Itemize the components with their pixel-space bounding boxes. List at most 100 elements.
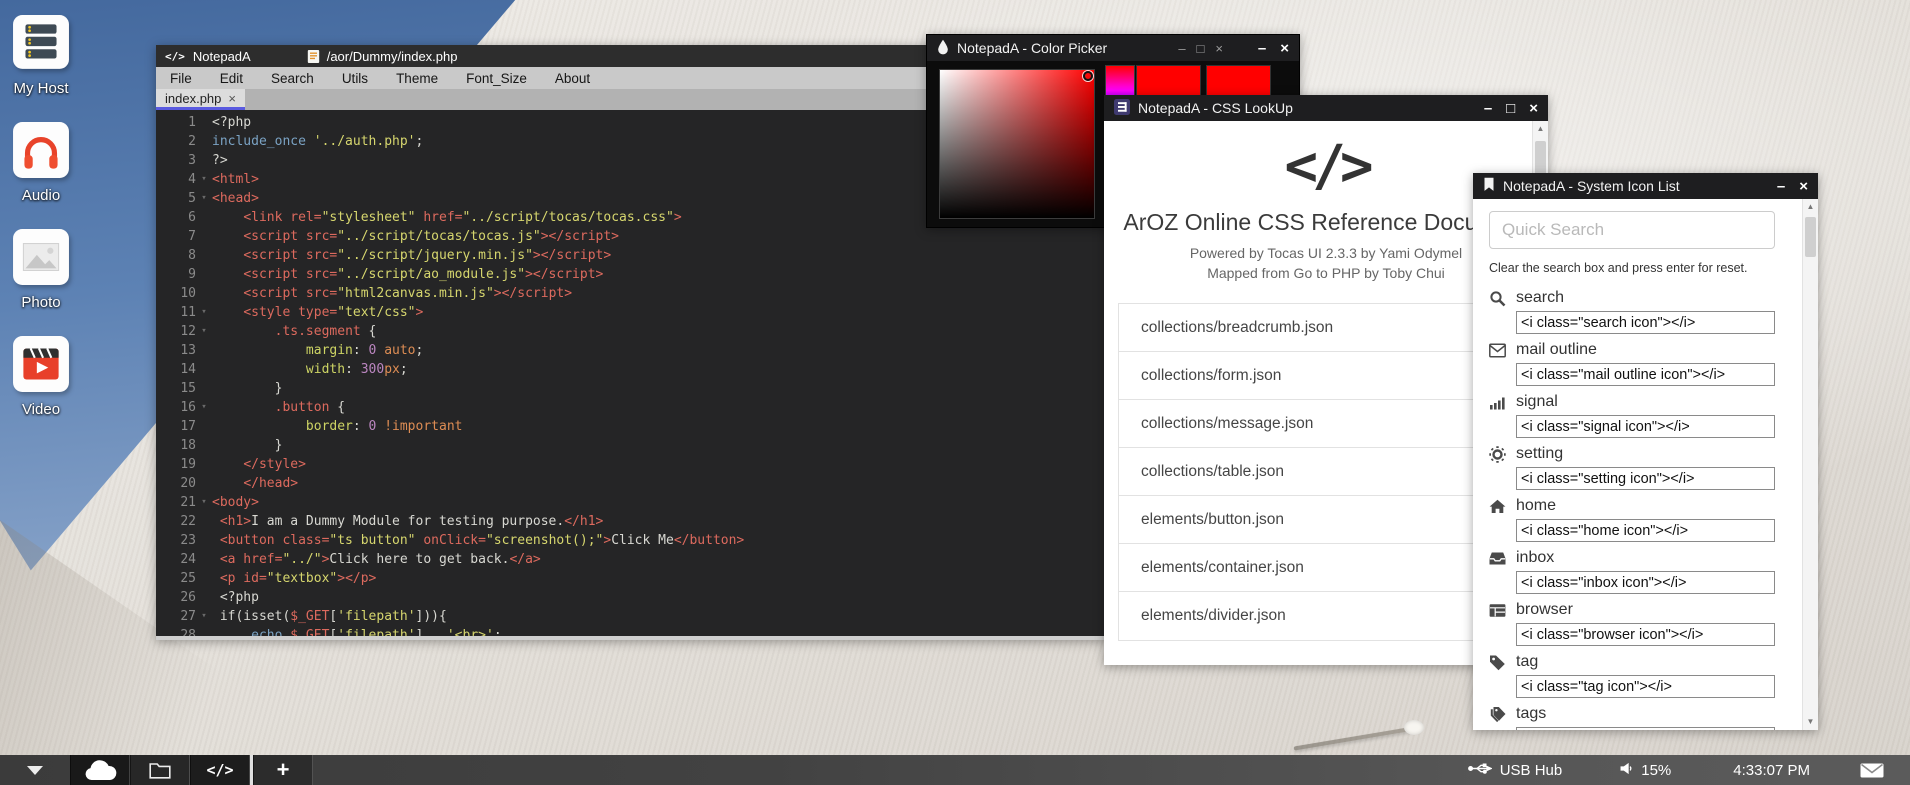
line-number: 28 — [156, 626, 196, 636]
css-lookup-list: collections/breadcrumb.jsoncollections/f… — [1118, 303, 1534, 641]
lookup-item-elements-container-json[interactable]: elements/container.json — [1119, 544, 1533, 592]
mail-outline-icon — [1489, 342, 1506, 359]
code-text: <script src="../script/ao_module.js"></s… — [212, 265, 603, 284]
icon-list-controls: – × — [1777, 173, 1808, 199]
lookup-item-elements-button-json[interactable]: elements/button.json — [1119, 496, 1533, 544]
fold-arrow-icon[interactable]: ▾ — [196, 303, 212, 322]
fold-arrow-icon[interactable]: ▾ — [196, 493, 212, 512]
maximize-button[interactable]: □ — [1506, 100, 1515, 117]
code-line: 9 <script src="../script/ao_module.js"><… — [156, 265, 1106, 284]
desktop-icon-photo[interactable]: Photo — [12, 228, 70, 311]
lookup-item-elements-divider-json[interactable]: elements/divider.json — [1119, 592, 1533, 640]
fold-gutter — [196, 436, 212, 455]
menu-font-size[interactable]: Font_Size — [452, 71, 541, 86]
signal-icon — [1489, 394, 1506, 411]
icon-code-input-mail-outline[interactable] — [1516, 363, 1775, 386]
minimize-button[interactable]: – — [1258, 40, 1266, 57]
lookup-item-collections-message-json[interactable]: collections/message.json — [1119, 400, 1533, 448]
icon-code-input-tag[interactable] — [1516, 675, 1775, 698]
icon-list-titlebar[interactable]: NotepadA - System Icon List – × — [1473, 173, 1818, 199]
minimize-button[interactable]: – — [1777, 178, 1785, 195]
menu-utils[interactable]: Utils — [328, 71, 382, 86]
code-tag-icon: </> — [165, 50, 185, 63]
close-button[interactable]: × — [1215, 41, 1223, 56]
code-line: 13 margin: 0 auto; — [156, 341, 1106, 360]
lookup-item-collections-form-json[interactable]: collections/form.json — [1119, 352, 1533, 400]
minimize-button[interactable]: – — [1484, 100, 1492, 117]
code-text: </head> — [212, 474, 298, 493]
icon-code-input-signal[interactable] — [1516, 415, 1775, 438]
taskbar-code-button[interactable]: </> — [190, 755, 250, 785]
fold-gutter — [196, 455, 212, 474]
taskbar-folder-button[interactable] — [130, 755, 190, 785]
line-number: 8 — [156, 246, 196, 265]
menu-search[interactable]: Search — [257, 71, 328, 86]
usb-tray-item[interactable]: USB Hub — [1468, 762, 1563, 779]
close-button[interactable]: × — [1529, 100, 1538, 117]
fold-arrow-icon[interactable]: ▾ — [196, 322, 212, 341]
menu-edit[interactable]: Edit — [206, 71, 257, 86]
fold-arrow-icon[interactable]: ▾ — [196, 607, 212, 626]
close-button[interactable]: × — [1280, 40, 1289, 57]
code-text: if(isset($_GET['filepath'])){ — [212, 607, 447, 626]
lookup-item-collections-breadcrumb-json[interactable]: collections/breadcrumb.json — [1119, 304, 1533, 352]
taskbar-plus-button[interactable]: + — [253, 755, 313, 785]
bookmark-icon — [1483, 177, 1495, 195]
desktop-icon-audio[interactable]: Audio — [12, 121, 70, 204]
quick-search-input[interactable] — [1489, 211, 1775, 249]
volume-tray-item[interactable]: 15% — [1620, 762, 1671, 779]
close-button[interactable]: × — [1799, 178, 1808, 195]
fold-gutter — [196, 208, 212, 227]
headphones-icon — [12, 121, 70, 184]
fold-arrow-icon[interactable]: ▾ — [196, 170, 212, 189]
taskbar-launcher: </>+ — [70, 755, 313, 785]
scrollbar[interactable]: ▲ ▼ — [1802, 199, 1818, 730]
scroll-down-icon[interactable]: ▼ — [1803, 714, 1818, 730]
taskbar: </>+ USB Hub 15% 4:33:07 PM — [0, 755, 1910, 785]
menu-file[interactable]: File — [156, 71, 206, 86]
code-line: 17 border: 0 !important — [156, 417, 1106, 436]
menu-theme[interactable]: Theme — [382, 71, 452, 86]
icon-code-input-setting[interactable] — [1516, 467, 1775, 490]
scrollbar-thumb[interactable] — [1805, 217, 1816, 257]
line-number: 26 — [156, 588, 196, 607]
icon-code-input-inbox[interactable] — [1516, 571, 1775, 594]
icon-code-input-browser[interactable] — [1516, 623, 1775, 646]
code-text: include_once '../auth.php'; — [212, 132, 423, 151]
color-cursor[interactable] — [1083, 71, 1093, 81]
tab-close-icon[interactable]: × — [228, 91, 236, 106]
fold-arrow-icon[interactable]: ▾ — [196, 189, 212, 208]
color-picker-titlebar[interactable]: NotepadA - Color Picker – □ × – × — [927, 35, 1299, 61]
icon-entry-name: browser — [1516, 601, 1573, 619]
desktop-icon-video[interactable]: Video — [12, 335, 70, 418]
saturation-value-box[interactable] — [939, 69, 1095, 219]
fold-arrow-icon[interactable]: ▾ — [196, 398, 212, 417]
menu-about[interactable]: About — [541, 71, 604, 86]
taskbar-cloud-button[interactable] — [70, 755, 130, 785]
code-text: <script src="../script/tocas/tocas.js"><… — [212, 227, 619, 246]
icon-code-input-home[interactable] — [1516, 519, 1775, 542]
css-lookup-titlebar[interactable]: NotepadA - CSS LookUp – □ × — [1104, 95, 1548, 121]
minimize-button[interactable]: – — [1178, 41, 1185, 56]
clock: 4:33:07 PM — [1733, 762, 1810, 779]
code-line: 20 </head> — [156, 474, 1106, 493]
desktop-icon-label: Audio — [22, 187, 60, 204]
code-line: 8 <script src="../script/jquery.min.js">… — [156, 246, 1106, 265]
desktop-icon-my-host[interactable]: My Host — [12, 14, 70, 97]
code-text: <link rel="stylesheet" href="../script/t… — [212, 208, 682, 227]
icon-code-input-tags[interactable] — [1516, 727, 1775, 730]
code-text: } — [212, 379, 282, 398]
code-text: border: 0 !important — [212, 417, 462, 436]
envelope-icon[interactable] — [1860, 763, 1884, 778]
maximize-button[interactable]: □ — [1197, 41, 1205, 56]
scroll-up-icon[interactable]: ▲ — [1803, 199, 1818, 215]
icon-code-input-search[interactable] — [1516, 311, 1775, 334]
icon-entry-search: search — [1489, 287, 1802, 334]
lookup-item-collections-table-json[interactable]: collections/table.json — [1119, 448, 1533, 496]
icon-list-title: NotepadA - System Icon List — [1503, 178, 1680, 194]
scroll-up-icon[interactable]: ▲ — [1533, 121, 1548, 137]
taskbar-menu-button[interactable] — [0, 755, 70, 785]
line-number: 20 — [156, 474, 196, 493]
home-icon — [1489, 498, 1506, 515]
tab-index-php[interactable]: index.php × — [156, 89, 245, 110]
